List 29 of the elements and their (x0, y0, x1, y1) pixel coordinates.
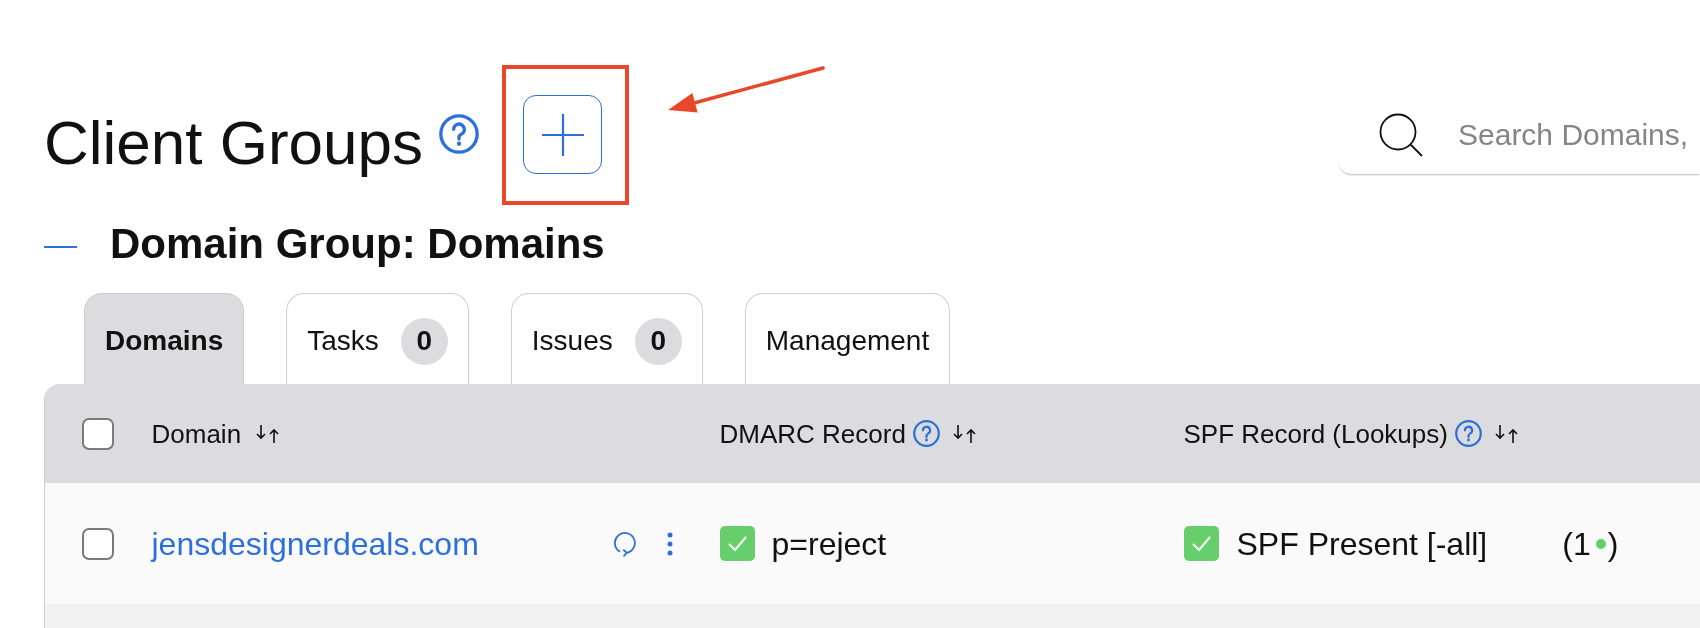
column-header: SPF Record (Lookups) (1183, 420, 1448, 447)
group-title: Domain Group: Domains (110, 219, 605, 269)
column-header: DMARC Record (719, 420, 906, 447)
count-badge: 0 (400, 317, 448, 365)
domain-link[interactable]: jensdesignerdeals.com (151, 527, 479, 560)
dmarc-value: p=reject (771, 527, 887, 560)
spf-value: SPF Present [-all] (1236, 527, 1488, 560)
lookup-count: (1 (1562, 527, 1591, 560)
column-header: Domain (151, 420, 242, 447)
search-icon[interactable] (1379, 113, 1423, 157)
search-input[interactable]: Search Domains, (1458, 118, 1700, 152)
sort-icon[interactable] (1493, 423, 1520, 444)
checkbox[interactable] (81, 527, 114, 560)
tab[interactable]: Management (744, 293, 951, 384)
count-badge: 0 (634, 317, 682, 365)
refresh-icon[interactable] (612, 529, 637, 558)
collapse-icon[interactable] (44, 245, 77, 248)
tab[interactable]: Issues 0 (510, 293, 703, 384)
tab[interactable]: Domains (84, 293, 245, 384)
help-icon[interactable] (1454, 420, 1482, 447)
add-button[interactable] (523, 95, 603, 174)
help-icon[interactable] (912, 420, 940, 447)
sort-icon[interactable] (951, 423, 978, 444)
kebab-menu-icon[interactable] (666, 531, 673, 556)
tab[interactable]: Tasks 0 (286, 293, 469, 384)
checkbox[interactable] (81, 417, 114, 450)
plus-icon (541, 113, 584, 156)
help-icon[interactable] (439, 114, 480, 154)
lookup-count-end: ) (1607, 527, 1619, 560)
